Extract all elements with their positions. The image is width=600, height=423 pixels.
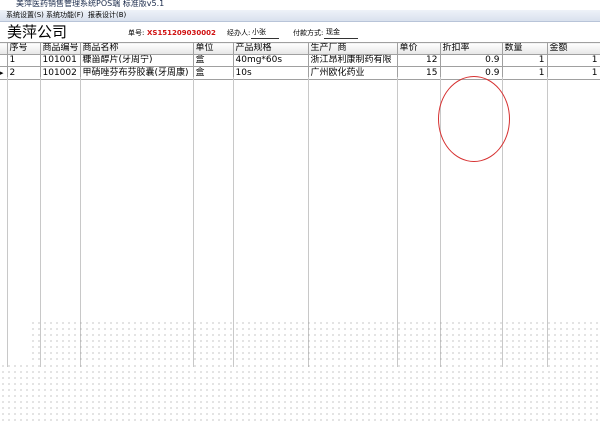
- column-header[interactable]: 单价: [397, 42, 441, 55]
- menu-system-functions[interactable]: 系统功能(F): [46, 11, 84, 20]
- cell-maker[interactable]: 广州欧化药业: [308, 66, 398, 80]
- column-header[interactable]: 折扣率: [440, 42, 503, 55]
- table-row[interactable]: 1 101001 糠甾醇片(牙周宁) 盒 40mg*60s 浙江昂利康制药有限 …: [0, 54, 600, 67]
- column-header[interactable]: 商品名称: [80, 42, 194, 55]
- table-row[interactable]: ▸ 2 101002 甲硝唑芬布芬胶囊(牙周康) 盒 10s 广州欧化药业 15…: [0, 66, 600, 80]
- operator-underline: [251, 38, 279, 39]
- table-header-row: 序号 商品编号 商品名称 单位 产品规格 生产厂商 单价 折扣率 数量 金额: [0, 42, 600, 55]
- row-indicator: [0, 54, 8, 67]
- row-indicator: ▸: [0, 66, 8, 80]
- highlight-circle: [438, 76, 510, 162]
- cell-amount[interactable]: 1: [547, 54, 600, 67]
- column-header[interactable]: 单位: [193, 42, 234, 55]
- column-header[interactable]: 数量: [502, 42, 548, 55]
- cell-qty[interactable]: 1: [502, 54, 548, 67]
- cell-amount[interactable]: 1: [547, 66, 600, 80]
- payment-underline: [324, 38, 358, 39]
- grid-line: [7, 77, 8, 367]
- row-indicator-header: [0, 42, 8, 55]
- company-name: 美萍公司: [7, 23, 68, 41]
- payment-field[interactable]: 现金: [326, 28, 340, 37]
- cell-maker[interactable]: 浙江昂利康制药有限: [308, 54, 398, 67]
- menu-system-settings[interactable]: 系统设置(S): [6, 11, 44, 20]
- operator-field[interactable]: 小张: [252, 28, 266, 37]
- cell-name[interactable]: 糠甾醇片(牙周宁): [80, 54, 194, 67]
- dotted-background: [0, 363, 600, 423]
- cell-seq[interactable]: 1: [7, 54, 41, 67]
- column-header[interactable]: 金额: [547, 42, 600, 55]
- operator-label: 经办人:: [227, 29, 251, 37]
- cell-unit[interactable]: 盒: [193, 66, 234, 80]
- cell-code[interactable]: 101002: [40, 66, 81, 80]
- items-table: 序号 商品编号 商品名称 单位 产品规格 生产厂商 单价 折扣率 数量 金额 1…: [0, 42, 600, 80]
- cell-seq[interactable]: 2: [7, 66, 41, 80]
- column-header[interactable]: 商品编号: [40, 42, 81, 55]
- window-title: 美萍医药销售管理系统POS端 标准版v5.1: [16, 0, 165, 8]
- cell-discount[interactable]: 0.9: [440, 54, 503, 67]
- cell-qty[interactable]: 1: [502, 66, 548, 80]
- dotted-background: [30, 320, 600, 364]
- menu-bar: 系统设置(S) 系统功能(F) 报表设计(B): [0, 10, 600, 22]
- cell-price[interactable]: 15: [397, 66, 441, 80]
- cell-spec[interactable]: 10s: [233, 66, 309, 80]
- column-header[interactable]: 序号: [7, 42, 41, 55]
- cell-price[interactable]: 12: [397, 54, 441, 67]
- current-row-arrow-icon: ▸: [0, 69, 4, 77]
- payment-label: 付款方式:: [293, 29, 324, 37]
- cell-code[interactable]: 101001: [40, 54, 81, 67]
- title-bar: 美萍医药销售管理系统POS端 标准版v5.1: [0, 0, 600, 10]
- cell-name[interactable]: 甲硝唑芬布芬胶囊(牙周康): [80, 66, 194, 80]
- order-no-label: 单号:: [128, 29, 145, 37]
- items-grid: 序号 商品编号 商品名称 单位 产品规格 生产厂商 单价 折扣率 数量 金额 1…: [0, 42, 600, 423]
- order-no-value: XS151209030002: [147, 29, 216, 37]
- cell-discount[interactable]: 0.9: [440, 66, 503, 80]
- column-header[interactable]: 产品规格: [233, 42, 309, 55]
- menu-report-design[interactable]: 报表设计(B): [88, 11, 126, 20]
- order-info-bar: 美萍公司 单号: XS151209030002 经办人: 小张 付款方式: 现金: [0, 22, 600, 42]
- column-header[interactable]: 生产厂商: [308, 42, 398, 55]
- cell-spec[interactable]: 40mg*60s: [233, 54, 309, 67]
- cell-unit[interactable]: 盒: [193, 54, 234, 67]
